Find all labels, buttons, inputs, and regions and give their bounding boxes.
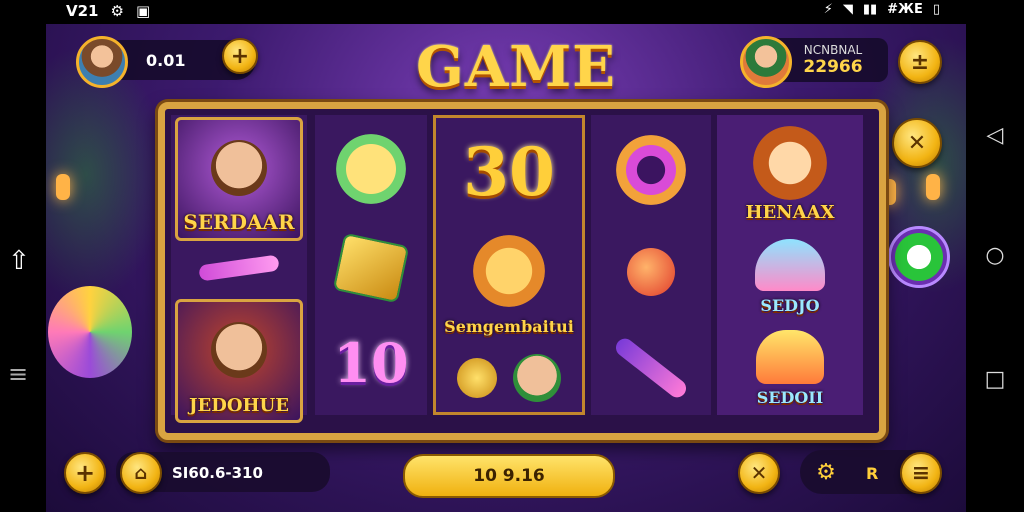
reel-3: 30 Semgembaitui [433,115,585,415]
reel-2: 10 [315,115,427,415]
signal-icon: ▮▮ [862,2,878,17]
symbol-ten: 10 [319,315,423,411]
symbol-label: Semgembaitui [444,317,574,336]
status-bar: V21 ⚙ ▣ ⚡ ◥ ▮▮ #ЖЕ ▯ [0,0,1024,24]
version-label: V21 [66,2,99,20]
add-bet-button[interactable]: + [64,452,106,494]
system-nav-bar: ◁ ○ □ [966,24,1024,512]
balance-value: 0.01 [146,50,186,70]
wifi-icon: ◥ [842,2,853,17]
player-score: 22966 [803,57,863,77]
symbol-label: JEDOHUE [189,395,289,416]
bunny-icon [336,134,406,204]
notification-icon: ⚙ [110,2,124,20]
symbol-wand [595,325,707,411]
reel-4 [591,115,711,415]
symbol-label: SEDOII [756,388,824,407]
cancel-button[interactable]: ✕ [738,452,780,494]
gear-icon[interactable]: ⚙ [808,454,844,490]
symbol-bunny [319,119,423,219]
cherry-icon [627,248,675,296]
left-edge: ⇧ ≡ [0,24,46,512]
bet-value: SI60.6-310 [172,464,263,482]
number-10: 10 [333,331,409,395]
mid-label[interactable]: R [866,464,878,483]
reel-5: HENAAX SEDJO SEDOII [717,115,863,415]
symbol-icecream: SEDJO [721,229,859,319]
slot-reels-frame: SERDAAR JEDOHUE 10 30 Semgembaitui HENAA… [158,102,886,440]
symbol-cowboy-3 [440,342,578,414]
back-arrow-icon[interactable]: ⇧ [8,246,30,276]
lion-icon [753,126,827,200]
symbol-ring [595,125,707,215]
status-text: #ЖЕ [887,2,923,17]
cowboy-face-icon [513,354,561,402]
green-spin-button[interactable] [888,226,950,288]
menu-button[interactable]: ≡ [900,452,942,494]
scroll-icon [332,232,410,304]
symbol-fox: Semgembaitui [440,222,578,340]
number-30: 30 [463,133,555,211]
player-name: NCNBNAL [803,43,863,57]
symbol-lion: HENAAX [721,119,859,227]
balloon-icon [48,286,132,378]
symbol-cowboy: SERDAAR [175,117,303,241]
opponent-avatar[interactable] [740,36,792,88]
coin-icon [457,358,497,398]
player-avatar[interactable] [76,36,128,88]
plus-minus-button[interactable]: ± [898,40,942,84]
home-circle-icon[interactable]: ○ [982,242,1008,268]
symbol-label: SERDAAR [183,210,295,234]
symbol-cowboy-2: JEDOHUE [175,299,303,423]
cowboy-face-icon [211,322,267,378]
symbol-cherry [595,227,707,317]
wand-icon [612,335,690,401]
menu-lines-icon[interactable]: ≡ [8,360,28,388]
close-button[interactable]: ✕ [892,118,942,168]
back-triangle-icon[interactable]: ◁ [982,122,1008,148]
home-button[interactable]: ⌂ [120,452,162,494]
cowboy-face-icon [211,140,267,196]
ring-icon [616,135,686,205]
reel-1: SERDAAR JEDOHUE [171,115,307,423]
fox-icon [473,235,545,307]
spin-button[interactable]: 10 9.16 [403,454,615,498]
battery-icon: ▯ [932,2,940,17]
image-icon: ▣ [135,2,151,20]
game-screen: 0.01 + GAME SLOT NCNBNAL 22966 ± ✕ SERDA… [46,24,966,512]
symbol-label: HENAAX [745,202,835,223]
symbol-cake: SEDOII [721,321,859,411]
add-balance-button[interactable]: + [222,38,258,74]
icecream-icon [755,239,825,291]
lightning-icon: ⚡ [823,2,833,17]
symbol-pepper [175,243,303,293]
recents-square-icon[interactable]: □ [982,366,1008,392]
pepper-icon [198,254,280,282]
symbol-thirty: 30 [440,124,578,220]
cake-icon [756,330,824,384]
bottom-controls: + ⌂ SI60.6-310 10 9.16 ✕ ⚙ R ≡ [46,444,966,512]
lantern-icon [926,174,940,200]
symbol-label: SEDJO [760,296,820,315]
symbol-scroll [319,227,423,309]
lantern-icon [56,174,70,200]
